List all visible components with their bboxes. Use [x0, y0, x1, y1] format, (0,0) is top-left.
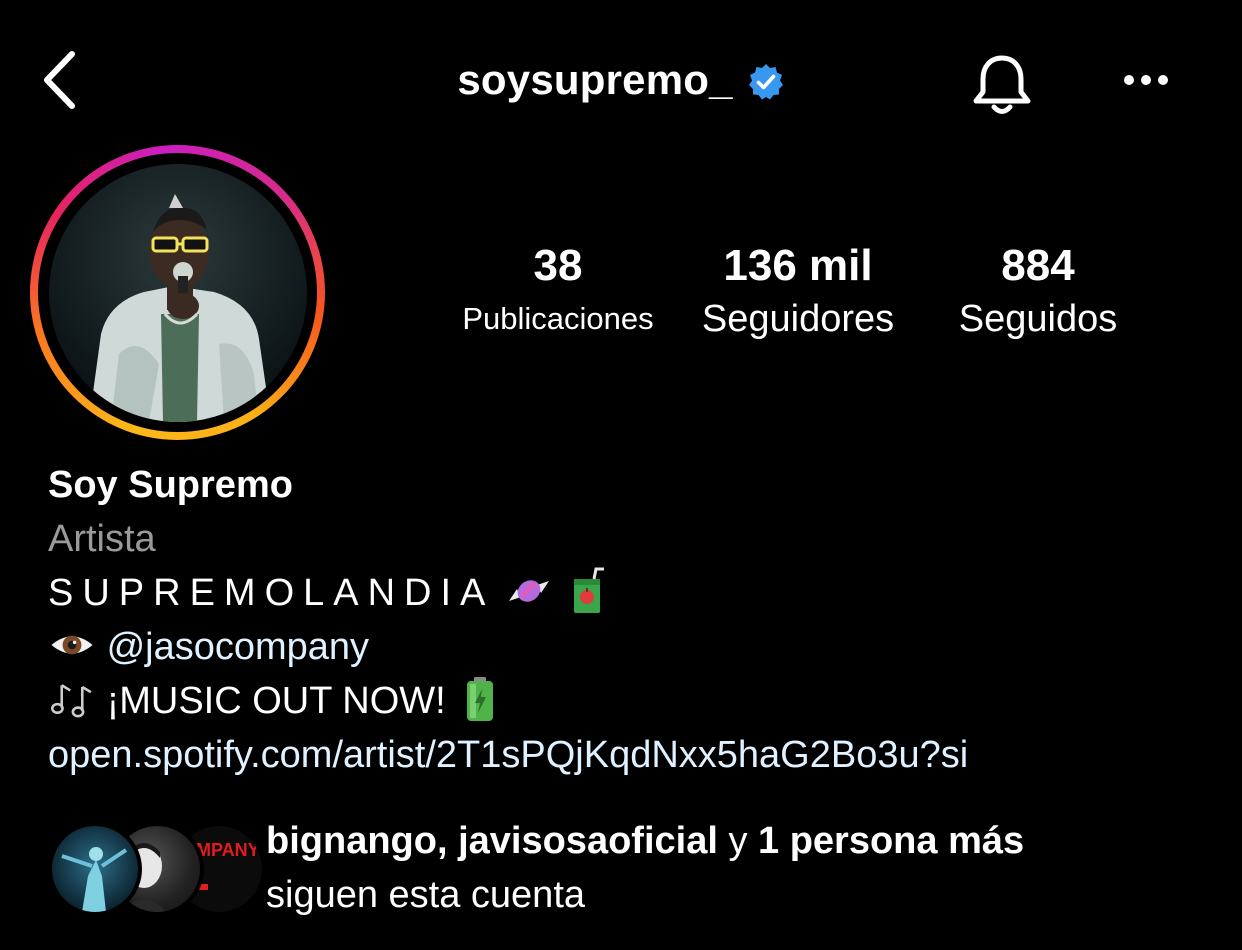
story-ring[interactable] — [30, 145, 325, 440]
profile-avatar — [48, 163, 307, 422]
follower-avatar — [48, 822, 142, 916]
music-text: ¡MUSIC OUT NOW! — [106, 680, 446, 722]
more-horizontal-icon — [1124, 75, 1168, 85]
bell-icon — [973, 55, 1031, 114]
juice-box-emoji — [573, 567, 604, 613]
posts-count[interactable]: 38 Publicaciones — [440, 238, 676, 344]
following-count[interactable]: 884 Seguidos — [930, 238, 1146, 344]
avatar-photo — [88, 193, 271, 422]
followed-by-suffix: siguen esta cuenta — [266, 874, 586, 916]
stat-value: 136 mil — [723, 241, 873, 290]
more-options-button[interactable] — [1110, 50, 1182, 110]
bio-tagline-line: SUPREMOLANDIA — [48, 566, 1228, 620]
bio-music-line: ¡MUSIC OUT NOW! — [48, 674, 1228, 728]
stat-value: 38 — [533, 241, 583, 290]
stat-label: Seguidores — [701, 298, 895, 340]
eye-emoji — [51, 635, 93, 655]
profile-bio: Soy Supremo Artista SUPREMOLANDIA @jasoc… — [48, 458, 1228, 782]
followed-by-section[interactable]: OMPANY bignango, javisosaoficial y 1 per… — [48, 812, 1228, 922]
bio-mention-line: @jasocompany — [48, 620, 1228, 674]
followers-count[interactable]: 136 mil Seguidores — [680, 238, 916, 344]
username-title: soysupremo_ — [457, 56, 733, 103]
connector-text: y — [728, 820, 748, 862]
profile-title: soysupremo_ — [0, 52, 1242, 108]
bio-tagline: SUPREMOLANDIA — [48, 572, 495, 614]
stat-label: Publicaciones — [462, 301, 654, 336]
profile-category: Artista — [48, 518, 156, 560]
follower-names: bignango, javisosaoficial — [266, 820, 718, 862]
candy-emoji — [508, 580, 549, 602]
mention-link[interactable]: @jasocompany — [107, 626, 369, 668]
stat-value: 884 — [1001, 241, 1075, 290]
battery-emoji — [467, 676, 494, 721]
profile-name: Soy Supremo — [48, 464, 293, 506]
music-notes-emoji — [51, 684, 92, 718]
followed-by-text: bignango, javisosaoficial y 1 persona má… — [266, 814, 1024, 922]
profile-header: soysupremo_ — [0, 0, 1242, 160]
verified-badge-icon — [747, 63, 785, 101]
spotify-link[interactable]: open.spotify.com/artist/2T1sPQjKqdNxx5ha… — [48, 728, 1228, 782]
stat-label: Seguidos — [958, 298, 1118, 340]
more-followers: 1 persona más — [758, 820, 1025, 862]
notifications-button[interactable] — [962, 45, 1042, 125]
